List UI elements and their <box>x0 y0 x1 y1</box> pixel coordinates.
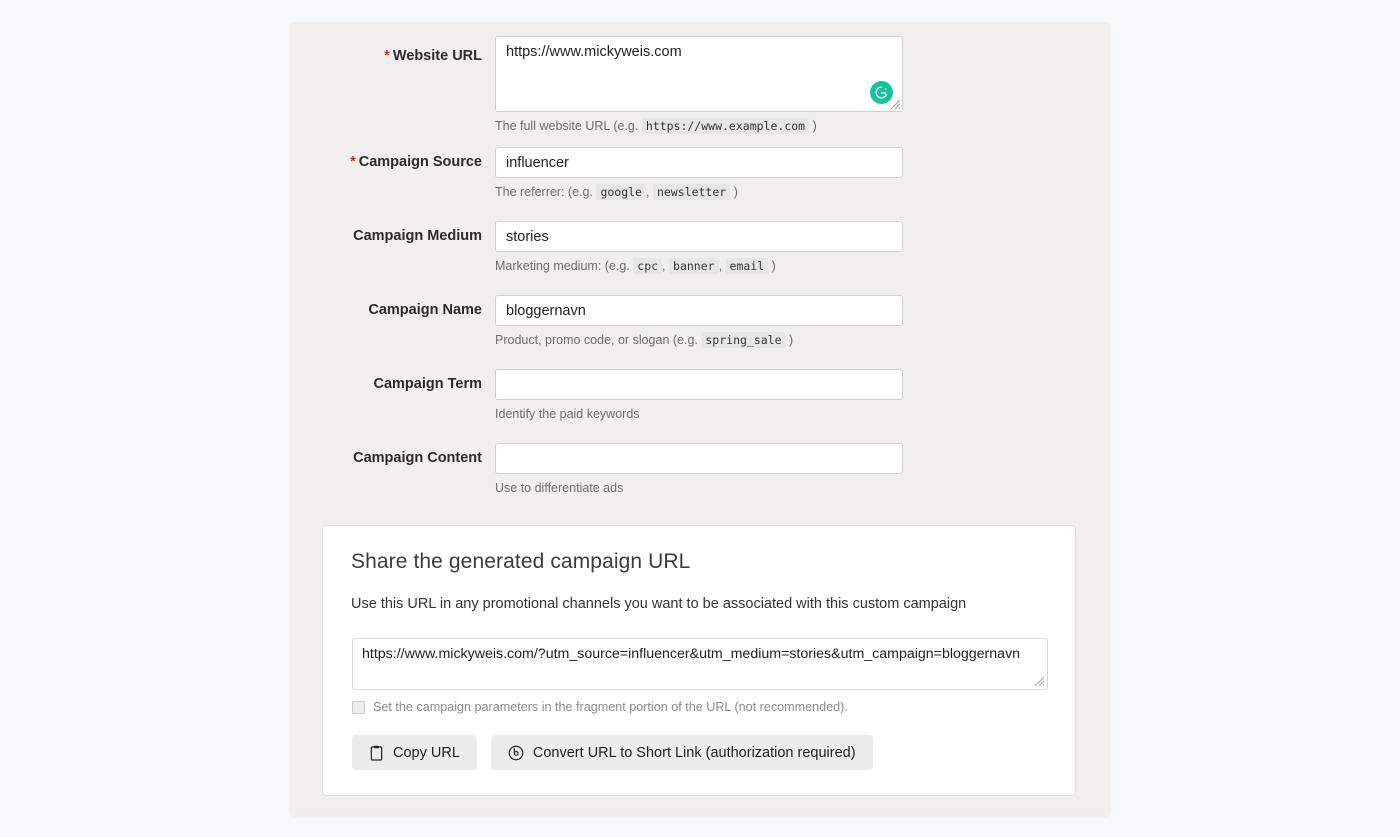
field-col-campaign-medium: Marketing medium: (e.g. cpc, banner, ema… <box>495 221 903 274</box>
bitly-icon <box>508 745 524 761</box>
label-campaign-content: Campaign Content <box>290 450 482 467</box>
copy-url-button[interactable]: Copy URL <box>352 735 477 770</box>
grammarly-icon[interactable] <box>870 81 893 104</box>
help-suffix-website-url: ) <box>812 119 817 133</box>
help-prefix-website-url: The full website URL (e.g. <box>495 119 639 133</box>
help-chip-google: google <box>596 184 646 200</box>
label-campaign-source: * Campaign Source <box>290 154 482 171</box>
label-campaign-term: Campaign Term <box>290 376 482 393</box>
generated-url-textarea[interactable] <box>352 638 1048 690</box>
label-campaign-name: Campaign Name <box>290 302 482 319</box>
help-chip-email: email <box>725 258 769 274</box>
label-campaign-medium: Campaign Medium <box>290 228 482 245</box>
help-prefix-campaign-medium: Marketing medium: (e.g. <box>495 259 630 273</box>
field-col-campaign-term: Identify the paid keywords <box>495 369 903 422</box>
help-prefix-campaign-source: The referrer: (e.g. <box>495 185 593 199</box>
help-comma-3: , <box>718 259 723 273</box>
label-text-campaign-name: Campaign Name <box>368 302 482 318</box>
help-prefix-campaign-term: Identify the paid keywords <box>495 407 640 421</box>
field-col-campaign-name: Product, promo code, or slogan (e.g. spr… <box>495 295 903 348</box>
label-text-campaign-term: Campaign Term <box>373 376 482 392</box>
campaign-name-input[interactable] <box>495 295 903 326</box>
campaign-source-input[interactable] <box>495 147 903 178</box>
label-text-campaign-content: Campaign Content <box>353 450 482 466</box>
share-campaign-url-card: Share the generated campaign URL Use thi… <box>322 525 1076 796</box>
help-prefix-campaign-content: Use to differentiate ads <box>495 481 624 495</box>
help-website-url: The full website URL (e.g. https://www.e… <box>495 118 903 134</box>
help-comma-1: , <box>645 185 650 199</box>
field-col-website-url: The full website URL (e.g. https://www.e… <box>495 36 903 134</box>
copy-url-button-label: Copy URL <box>393 744 460 761</box>
help-campaign-term: Identify the paid keywords <box>495 406 903 422</box>
help-suffix-campaign-source: ) <box>733 185 738 199</box>
help-campaign-name: Product, promo code, or slogan (e.g. spr… <box>495 332 903 348</box>
clipboard-icon <box>369 745 384 761</box>
convert-short-link-button-label: Convert URL to Short Link (authorization… <box>532 744 856 761</box>
help-campaign-content: Use to differentiate ads <box>495 480 903 496</box>
required-asterisk-website-url: * <box>384 48 390 64</box>
convert-short-link-button[interactable]: Convert URL to Short Link (authorization… <box>490 735 873 770</box>
help-suffix-campaign-name: ) <box>789 333 794 347</box>
website-url-input[interactable] <box>495 36 903 112</box>
website-url-wrap <box>495 36 903 112</box>
label-website-url: * Website URL <box>290 48 482 65</box>
help-campaign-source: The referrer: (e.g. google, newsletter ) <box>495 184 903 200</box>
fragment-checkbox[interactable] <box>352 700 365 714</box>
help-chip-example-url: https://www.example.com <box>641 118 810 134</box>
label-text-campaign-source: Campaign Source <box>358 154 482 170</box>
help-chip-cpc: cpc <box>633 258 663 274</box>
help-chip-newsletter: newsletter <box>652 184 731 200</box>
help-chip-spring-sale: spring_sale <box>701 332 786 348</box>
help-chip-banner: banner <box>669 258 719 274</box>
help-suffix-campaign-medium: ) <box>771 259 776 273</box>
help-campaign-medium: Marketing medium: (e.g. cpc, banner, ema… <box>495 258 903 274</box>
campaign-medium-input[interactable] <box>495 221 903 252</box>
share-card-title: Share the generated campaign URL <box>351 550 691 573</box>
field-col-campaign-content: Use to differentiate ads <box>495 443 903 496</box>
utm-builder-panel: * Website URL https://www.mickyweis.com … <box>290 22 1110 815</box>
share-actions: Copy URL Convert URL to Short Link (auth… <box>352 735 873 770</box>
fragment-checkbox-label: Set the campaign parameters in the fragm… <box>373 700 848 714</box>
label-text-website-url: Website URL <box>392 48 482 64</box>
page-root: * Website URL https://www.mickyweis.com … <box>0 0 1400 837</box>
generated-url-wrap <box>352 638 1048 690</box>
share-card-subtitle: Use this URL in any promotional channels… <box>351 596 967 612</box>
help-prefix-campaign-name: Product, promo code, or slogan (e.g. <box>495 333 698 347</box>
field-col-campaign-source: The referrer: (e.g. google, newsletter ) <box>495 147 903 200</box>
campaign-content-input[interactable] <box>495 443 903 474</box>
campaign-term-input[interactable] <box>495 369 903 400</box>
help-comma-2: , <box>662 259 666 273</box>
fragment-option-row: Set the campaign parameters in the fragm… <box>352 700 848 714</box>
required-asterisk-campaign-source: * <box>350 154 356 170</box>
label-text-campaign-medium: Campaign Medium <box>353 228 482 244</box>
